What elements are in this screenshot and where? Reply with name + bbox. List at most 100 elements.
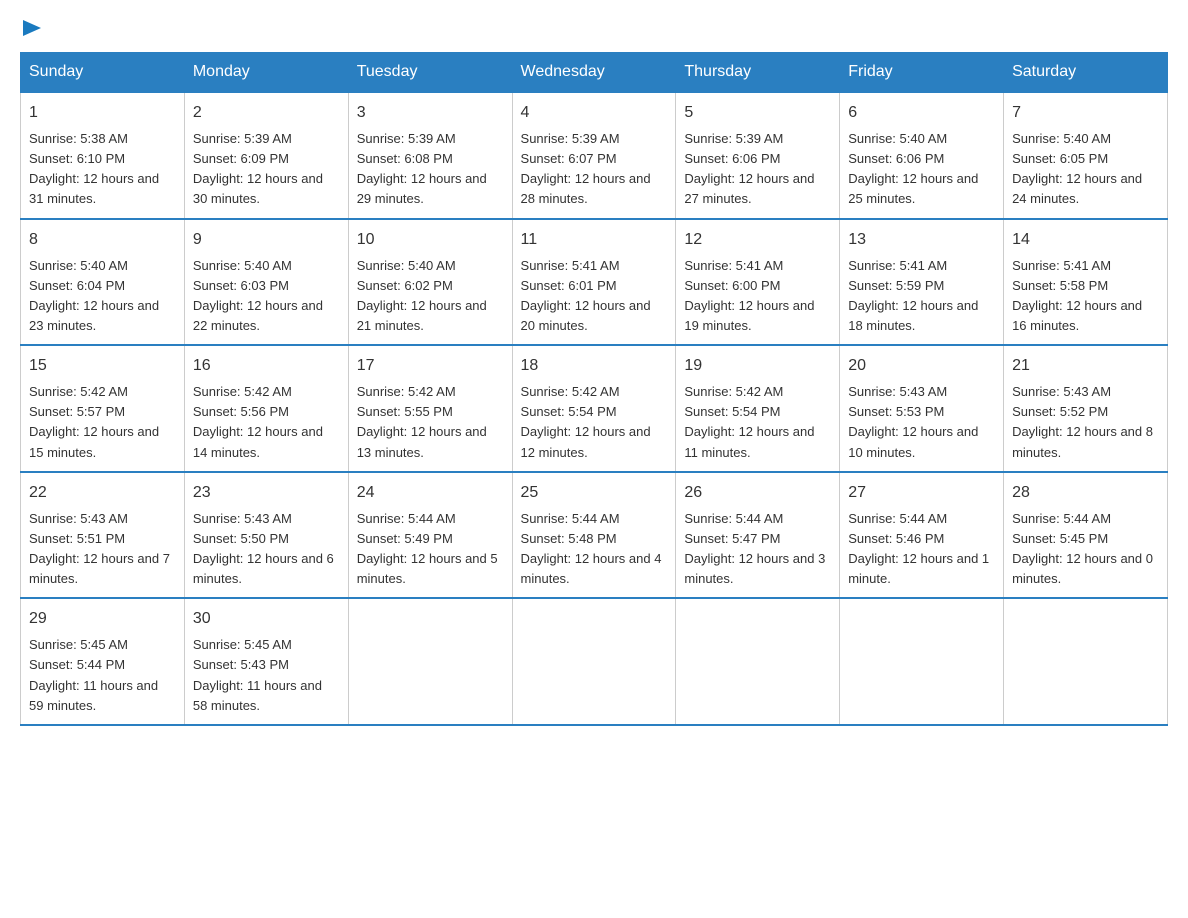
day-info: Sunrise: 5:44 AMSunset: 5:47 PMDaylight:… [684,509,831,590]
day-number: 29 [29,607,176,631]
day-info: Sunrise: 5:41 AMSunset: 5:58 PMDaylight:… [1012,256,1159,337]
day-info: Sunrise: 5:40 AMSunset: 6:06 PMDaylight:… [848,129,995,210]
day-info: Sunrise: 5:45 AMSunset: 5:44 PMDaylight:… [29,635,176,716]
day-number: 26 [684,481,831,505]
day-info: Sunrise: 5:42 AMSunset: 5:56 PMDaylight:… [193,382,340,463]
day-info: Sunrise: 5:42 AMSunset: 5:55 PMDaylight:… [357,382,504,463]
day-number: 19 [684,354,831,378]
day-info: Sunrise: 5:45 AMSunset: 5:43 PMDaylight:… [193,635,340,716]
calendar-header-row: SundayMondayTuesdayWednesdayThursdayFrid… [21,53,1168,93]
calendar-day-cell: 12 Sunrise: 5:41 AMSunset: 6:00 PMDayligh… [676,219,840,346]
day-number: 8 [29,228,176,252]
day-number: 20 [848,354,995,378]
day-info: Sunrise: 5:44 AMSunset: 5:45 PMDaylight:… [1012,509,1159,590]
day-info: Sunrise: 5:42 AMSunset: 5:54 PMDaylight:… [684,382,831,463]
day-of-week-header: Friday [840,53,1004,93]
calendar-day-cell: 2 Sunrise: 5:39 AMSunset: 6:09 PMDaylight… [184,92,348,219]
logo [20,20,41,42]
day-number: 18 [521,354,668,378]
calendar-day-cell [1004,598,1168,725]
day-number: 14 [1012,228,1159,252]
day-of-week-header: Sunday [21,53,185,93]
day-of-week-header: Wednesday [512,53,676,93]
day-info: Sunrise: 5:44 AMSunset: 5:49 PMDaylight:… [357,509,504,590]
day-info: Sunrise: 5:40 AMSunset: 6:02 PMDaylight:… [357,256,504,337]
day-number: 24 [357,481,504,505]
calendar-day-cell [676,598,840,725]
day-info: Sunrise: 5:39 AMSunset: 6:07 PMDaylight:… [521,129,668,210]
calendar-day-cell: 3Sunrise: 5:39 AMSunset: 6:08 PMDaylight… [348,92,512,219]
day-number: 13 [848,228,995,252]
calendar-day-cell: 10Sunrise: 5:40 AMSunset: 6:02 PMDayligh… [348,219,512,346]
calendar-day-cell: 14 Sunrise: 5:41 AMSunset: 5:58 PMDayligh… [1004,219,1168,346]
day-number: 17 [357,354,504,378]
calendar-day-cell: 20 Sunrise: 5:43 AMSunset: 5:53 PMDayligh… [840,345,1004,472]
day-info: Sunrise: 5:40 AMSunset: 6:03 PMDaylight:… [193,256,340,337]
calendar-day-cell [348,598,512,725]
day-number: 9 [193,228,340,252]
calendar-day-cell: 4 Sunrise: 5:39 AMSunset: 6:07 PMDaylight… [512,92,676,219]
calendar-day-cell [840,598,1004,725]
day-number: 5 [684,101,831,125]
calendar-day-cell: 17 Sunrise: 5:42 AMSunset: 5:55 PMDayligh… [348,345,512,472]
day-info: Sunrise: 5:41 AMSunset: 6:00 PMDaylight:… [684,256,831,337]
day-info: Sunrise: 5:43 AMSunset: 5:53 PMDaylight:… [848,382,995,463]
calendar-day-cell: 9 Sunrise: 5:40 AMSunset: 6:03 PMDaylight… [184,219,348,346]
day-info: Sunrise: 5:43 AMSunset: 5:52 PMDaylight:… [1012,382,1159,463]
calendar-week-row: 8 Sunrise: 5:40 AMSunset: 6:04 PMDaylight… [21,219,1168,346]
day-info: Sunrise: 5:40 AMSunset: 6:04 PMDaylight:… [29,256,176,337]
calendar-day-cell: 6 Sunrise: 5:40 AMSunset: 6:06 PMDaylight… [840,92,1004,219]
day-info: Sunrise: 5:38 AMSunset: 6:10 PMDaylight:… [29,129,176,210]
day-number: 2 [193,101,340,125]
day-of-week-header: Tuesday [348,53,512,93]
day-of-week-header: Saturday [1004,53,1168,93]
day-info: Sunrise: 5:43 AMSunset: 5:50 PMDaylight:… [193,509,340,590]
day-number: 12 [684,228,831,252]
calendar-day-cell: 8 Sunrise: 5:40 AMSunset: 6:04 PMDaylight… [21,219,185,346]
day-info: Sunrise: 5:43 AMSunset: 5:51 PMDaylight:… [29,509,176,590]
calendar-week-row: 15 Sunrise: 5:42 AMSunset: 5:57 PMDayligh… [21,345,1168,472]
day-number: 6 [848,101,995,125]
calendar-day-cell: 28 Sunrise: 5:44 AMSunset: 5:45 PMDayligh… [1004,472,1168,599]
calendar-day-cell: 1Sunrise: 5:38 AMSunset: 6:10 PMDaylight… [21,92,185,219]
day-info: Sunrise: 5:44 AMSunset: 5:46 PMDaylight:… [848,509,995,590]
day-number: 15 [29,354,176,378]
day-info: Sunrise: 5:39 AMSunset: 6:09 PMDaylight:… [193,129,340,210]
calendar-day-cell: 27 Sunrise: 5:44 AMSunset: 5:46 PMDayligh… [840,472,1004,599]
calendar-day-cell: 18 Sunrise: 5:42 AMSunset: 5:54 PMDayligh… [512,345,676,472]
day-number: 11 [521,228,668,252]
day-info: Sunrise: 5:41 AMSunset: 5:59 PMDaylight:… [848,256,995,337]
calendar-day-cell: 11Sunrise: 5:41 AMSunset: 6:01 PMDayligh… [512,219,676,346]
calendar-week-row: 1Sunrise: 5:38 AMSunset: 6:10 PMDaylight… [21,92,1168,219]
day-number: 21 [1012,354,1159,378]
day-info: Sunrise: 5:42 AMSunset: 5:54 PMDaylight:… [521,382,668,463]
day-info: Sunrise: 5:39 AMSunset: 6:08 PMDaylight:… [357,129,504,210]
day-info: Sunrise: 5:39 AMSunset: 6:06 PMDaylight:… [684,129,831,210]
calendar-day-cell: 21 Sunrise: 5:43 AMSunset: 5:52 PMDayligh… [1004,345,1168,472]
day-number: 23 [193,481,340,505]
day-number: 28 [1012,481,1159,505]
page-header [20,20,1168,42]
day-number: 27 [848,481,995,505]
calendar-day-cell: 22 Sunrise: 5:43 AMSunset: 5:51 PMDayligh… [21,472,185,599]
calendar-day-cell: 30 Sunrise: 5:45 AMSunset: 5:43 PMDayligh… [184,598,348,725]
day-info: Sunrise: 5:44 AMSunset: 5:48 PMDaylight:… [521,509,668,590]
calendar-day-cell: 13 Sunrise: 5:41 AMSunset: 5:59 PMDayligh… [840,219,1004,346]
day-number: 22 [29,481,176,505]
day-info: Sunrise: 5:42 AMSunset: 5:57 PMDaylight:… [29,382,176,463]
calendar-day-cell: 7Sunrise: 5:40 AMSunset: 6:05 PMDaylight… [1004,92,1168,219]
calendar-day-cell: 26 Sunrise: 5:44 AMSunset: 5:47 PMDayligh… [676,472,840,599]
calendar-day-cell: 15 Sunrise: 5:42 AMSunset: 5:57 PMDayligh… [21,345,185,472]
day-number: 4 [521,101,668,125]
logo-arrow-icon [23,20,41,40]
day-number: 30 [193,607,340,631]
calendar-day-cell [512,598,676,725]
calendar-day-cell: 29 Sunrise: 5:45 AMSunset: 5:44 PMDayligh… [21,598,185,725]
calendar-day-cell: 5 Sunrise: 5:39 AMSunset: 6:06 PMDaylight… [676,92,840,219]
day-number: 16 [193,354,340,378]
calendar-day-cell: 19 Sunrise: 5:42 AMSunset: 5:54 PMDayligh… [676,345,840,472]
calendar-week-row: 29 Sunrise: 5:45 AMSunset: 5:44 PMDayligh… [21,598,1168,725]
calendar-day-cell: 24 Sunrise: 5:44 AMSunset: 5:49 PMDayligh… [348,472,512,599]
day-of-week-header: Monday [184,53,348,93]
day-number: 7 [1012,101,1159,125]
